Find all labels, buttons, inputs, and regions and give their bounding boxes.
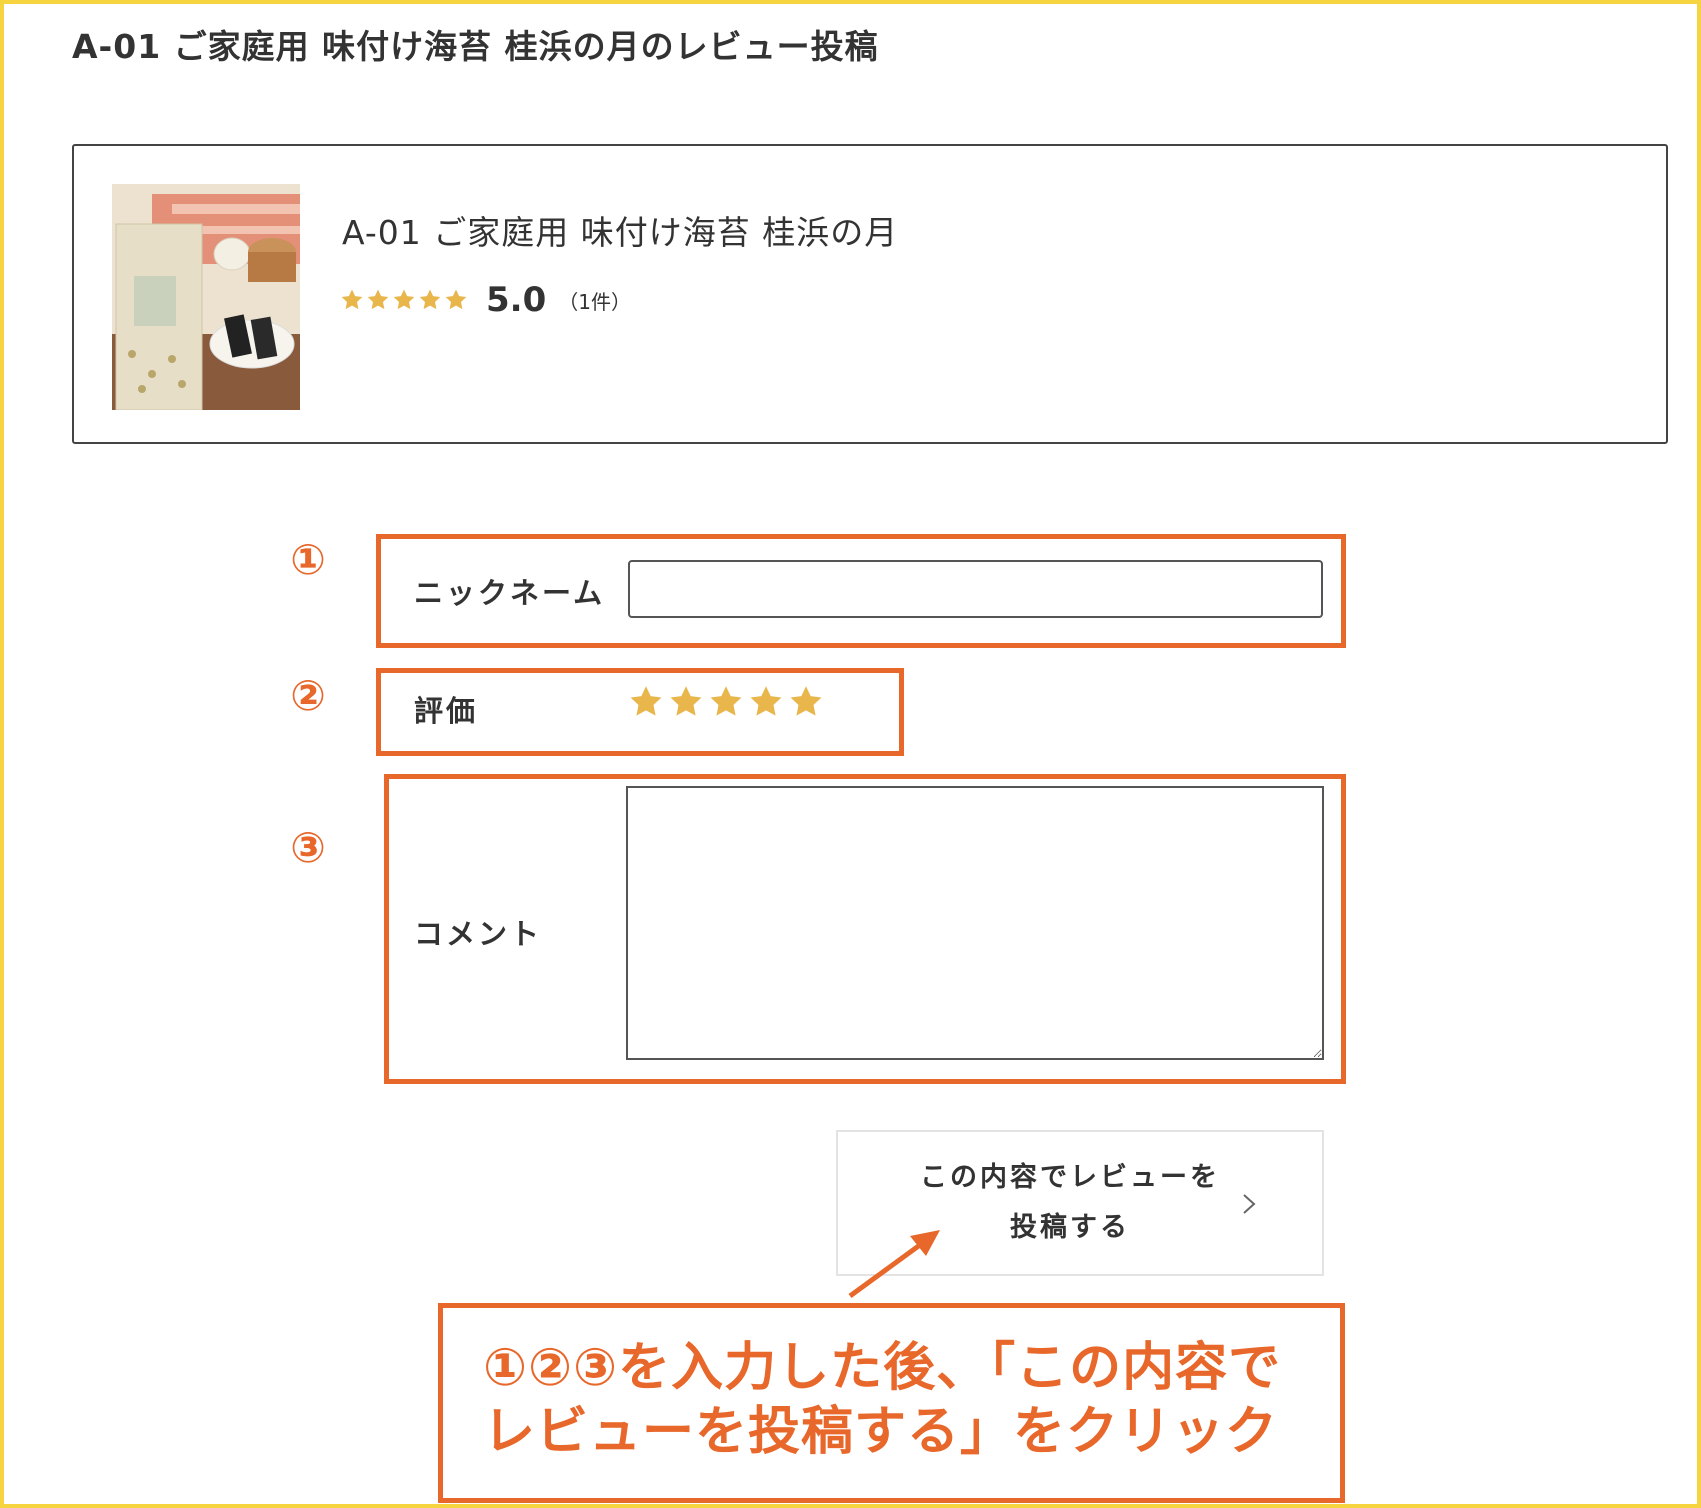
star-icon xyxy=(445,289,467,310)
nickname-input[interactable] xyxy=(628,560,1323,618)
step-1-marker: ① xyxy=(290,535,326,584)
rating-star-icon[interactable] xyxy=(788,684,824,720)
callout-line-2: レビューを投稿する」をクリック xyxy=(483,1402,1279,1462)
submit-label-line2: 投稿する xyxy=(1010,1212,1130,1243)
rating-stars-input[interactable] xyxy=(628,684,824,720)
submit-label-line1: この内容でレビューを xyxy=(920,1162,1220,1193)
star-icon xyxy=(419,289,441,310)
step-3-marker: ③ xyxy=(290,823,326,872)
star-icon xyxy=(341,289,363,310)
rating-label: 評価 xyxy=(414,694,479,728)
comment-textarea[interactable] xyxy=(626,786,1324,1060)
rating-score: 5.0 xyxy=(486,280,547,320)
annotation-arrow-icon xyxy=(848,1230,940,1299)
submit-button-label: この内容でレビューを 投稿する xyxy=(920,1153,1220,1253)
product-card: A-01 ご家庭用 味付け海苔 桂浜の月 5.0 （1件） xyxy=(72,144,1668,444)
product-image xyxy=(112,184,300,410)
star-icon xyxy=(393,289,415,310)
chevron-right-icon xyxy=(1243,1194,1256,1214)
step-2-marker: ② xyxy=(290,671,326,720)
rating-star-icon[interactable] xyxy=(668,684,704,720)
comment-label: コメント xyxy=(414,917,543,951)
rating-star-icon[interactable] xyxy=(708,684,744,720)
page-title: A-01 ご家庭用 味付け海苔 桂浜の月のレビュー投稿 xyxy=(72,27,879,66)
product-photo-icon xyxy=(112,184,300,410)
callout-line-1: ①②③を入力した後、「この内容で xyxy=(483,1338,1282,1398)
product-rating: 5.0 （1件） xyxy=(340,280,631,320)
product-name: A-01 ご家庭用 味付け海苔 桂浜の月 xyxy=(342,213,899,252)
product-rating-stars xyxy=(340,288,468,312)
review-count: （1件） xyxy=(558,289,631,314)
star-icon xyxy=(367,289,389,310)
rating-star-icon[interactable] xyxy=(628,684,664,720)
instruction-callout: ①②③を入力した後、「この内容で レビューを投稿する」をクリック xyxy=(438,1303,1345,1503)
rating-star-icon[interactable] xyxy=(748,684,784,720)
nickname-label: ニックネーム xyxy=(414,576,606,610)
